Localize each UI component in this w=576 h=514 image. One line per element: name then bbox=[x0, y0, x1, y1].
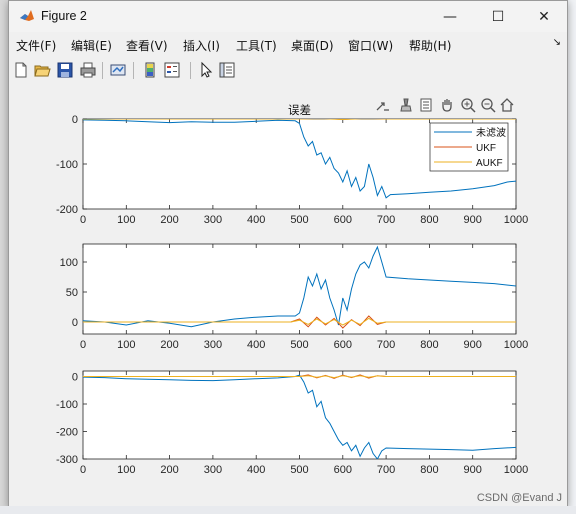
legend-label: AUKF bbox=[476, 158, 503, 169]
pan-hand-icon[interactable] bbox=[439, 97, 455, 113]
y-tick-label: 50 bbox=[66, 287, 78, 299]
menu-file[interactable]: 文件(F) bbox=[16, 37, 56, 54]
axes-box bbox=[82, 370, 517, 460]
y-tick-label: -200 bbox=[56, 204, 78, 216]
legend: 未滤波 UKF AUKF bbox=[429, 122, 509, 172]
matlab-logo-icon bbox=[20, 10, 34, 21]
close-button[interactable]: ✕ bbox=[521, 1, 567, 32]
y-tick-label: -300 bbox=[56, 454, 78, 466]
x-tick-label: 0 bbox=[80, 339, 86, 351]
plot-area[interactable]: 0 100 200 300 400 500 600 700 800 900 10000-100-20… bbox=[10, 89, 566, 505]
menu-bar: 文件(F) 编辑(E) 查看(V) 插入(I) 工具(T) 桌面(D) 窗口(W… bbox=[9, 34, 567, 56]
menu-help[interactable]: 帮助(H) bbox=[409, 37, 451, 54]
x-tick-label: 1000 bbox=[504, 214, 528, 226]
x-tick-label: 900 bbox=[464, 339, 482, 351]
x-tick-label: 700 bbox=[377, 339, 395, 351]
x-tick-label: 300 bbox=[204, 214, 222, 226]
x-tick-label: 100 bbox=[117, 339, 135, 351]
menu-view[interactable]: 查看(V) bbox=[126, 37, 168, 54]
maximize-icon: ☐ bbox=[491, 8, 505, 25]
x-tick-label: 800 bbox=[420, 339, 438, 351]
y-tick-label: -200 bbox=[56, 427, 78, 439]
legend-label: UKF bbox=[476, 143, 496, 154]
x-tick-label: 100 bbox=[117, 464, 135, 476]
x-tick-label: 200 bbox=[160, 339, 178, 351]
menu-edit[interactable]: 编辑(E) bbox=[71, 37, 112, 54]
menu-overflow-icon[interactable]: ↘ bbox=[553, 37, 561, 48]
export-icon[interactable] bbox=[375, 97, 391, 113]
figure-canvas: 0 100 200 300 400 500 600 700 800 900 1000 0 -100 -20… bbox=[10, 89, 566, 505]
x-tick-label: 600 bbox=[334, 339, 352, 351]
minimize-icon: — bbox=[443, 8, 457, 25]
figure-toolbar bbox=[9, 59, 567, 83]
open-file-icon[interactable] bbox=[33, 61, 51, 79]
legend-label: 未滤波 bbox=[476, 126, 506, 139]
data-tips-icon[interactable] bbox=[418, 97, 434, 113]
x-tick-label: 800 bbox=[420, 464, 438, 476]
y-tick-label: 0 bbox=[72, 372, 78, 384]
axes-1: 0 100 200 300 400 500 600 700 800 900 1000 0 -100 -20… bbox=[56, 103, 528, 226]
x-tick-label: 500 bbox=[290, 339, 308, 351]
y-tick-label: 0 bbox=[72, 114, 78, 126]
menu-window[interactable]: 窗口(W) bbox=[348, 37, 393, 54]
y-tick-label: -100 bbox=[56, 159, 78, 171]
x-tick-label: 100 bbox=[117, 214, 135, 226]
title-bar[interactable]: Figure 2 — ☐ ✕ bbox=[9, 1, 567, 32]
axes-2: 0 100 200 300 400 500 600 700 800 900 1000100500 bbox=[60, 243, 528, 351]
x-tick-label: 500 bbox=[290, 214, 308, 226]
x-tick-label: 300 bbox=[204, 464, 222, 476]
x-tick-label: 700 bbox=[377, 464, 395, 476]
window-title: Figure 2 bbox=[41, 9, 87, 23]
print-icon[interactable] bbox=[79, 61, 97, 79]
colorbar-icon[interactable] bbox=[141, 61, 159, 79]
maximize-button[interactable]: ☐ bbox=[475, 1, 521, 32]
brush-icon[interactable] bbox=[398, 97, 414, 113]
background-strip bbox=[0, 506, 576, 514]
y-tick-label: -100 bbox=[56, 399, 78, 411]
toolbar-separator bbox=[133, 62, 134, 79]
toolbar-separator bbox=[102, 62, 103, 79]
x-tick-label: 200 bbox=[160, 214, 178, 226]
zoom-out-icon[interactable] bbox=[480, 97, 496, 113]
property-inspector-icon[interactable] bbox=[218, 61, 236, 79]
home-icon[interactable] bbox=[499, 97, 515, 113]
link-plot-icon[interactable] bbox=[109, 61, 127, 79]
x-tick-label: 300 bbox=[204, 339, 222, 351]
x-tick-label: 0 bbox=[80, 464, 86, 476]
x-tick-label: 800 bbox=[420, 214, 438, 226]
axes-title: 误差 bbox=[288, 103, 311, 117]
new-figure-icon[interactable] bbox=[12, 61, 30, 79]
x-tick-label: 400 bbox=[247, 214, 265, 226]
x-tick-label: 0 bbox=[80, 214, 86, 226]
menu-desktop[interactable]: 桌面(D) bbox=[291, 37, 334, 54]
minimize-button[interactable]: — bbox=[427, 1, 473, 32]
x-tick-label: 400 bbox=[247, 464, 265, 476]
y-tick-label: 100 bbox=[60, 257, 78, 269]
x-tick-label: 200 bbox=[160, 464, 178, 476]
save-icon[interactable] bbox=[56, 61, 74, 79]
x-tick-label: 500 bbox=[290, 464, 308, 476]
watermark-text: CSDN @Evand J bbox=[476, 492, 562, 504]
x-tick-label: 1000 bbox=[504, 339, 528, 351]
menu-tools[interactable]: 工具(T) bbox=[236, 37, 277, 54]
x-tick-label: 900 bbox=[464, 464, 482, 476]
x-tick-label: 400 bbox=[247, 339, 265, 351]
legend-icon[interactable] bbox=[163, 61, 181, 79]
y-tick-label: 0 bbox=[72, 317, 78, 329]
axes-3: 0 100 200 300 400 500 600 700 800 900 1000 0 -100 -20… bbox=[56, 370, 528, 476]
edit-plot-pointer-icon[interactable] bbox=[197, 61, 215, 79]
figure-window: Figure 2 — ☐ ✕ 文件(F) 编辑(E) 查看(V) 插入(I) 工… bbox=[8, 0, 568, 507]
toolbar-separator bbox=[190, 62, 191, 79]
x-tick-label: 700 bbox=[377, 214, 395, 226]
x-tick-label: 1000 bbox=[504, 464, 528, 476]
zoom-in-icon[interactable] bbox=[460, 97, 476, 113]
close-icon: ✕ bbox=[538, 8, 550, 25]
menu-insert[interactable]: 插入(I) bbox=[183, 37, 220, 54]
x-tick-label: 600 bbox=[334, 464, 352, 476]
x-tick-label: 600 bbox=[334, 214, 352, 226]
x-tick-label: 900 bbox=[464, 214, 482, 226]
